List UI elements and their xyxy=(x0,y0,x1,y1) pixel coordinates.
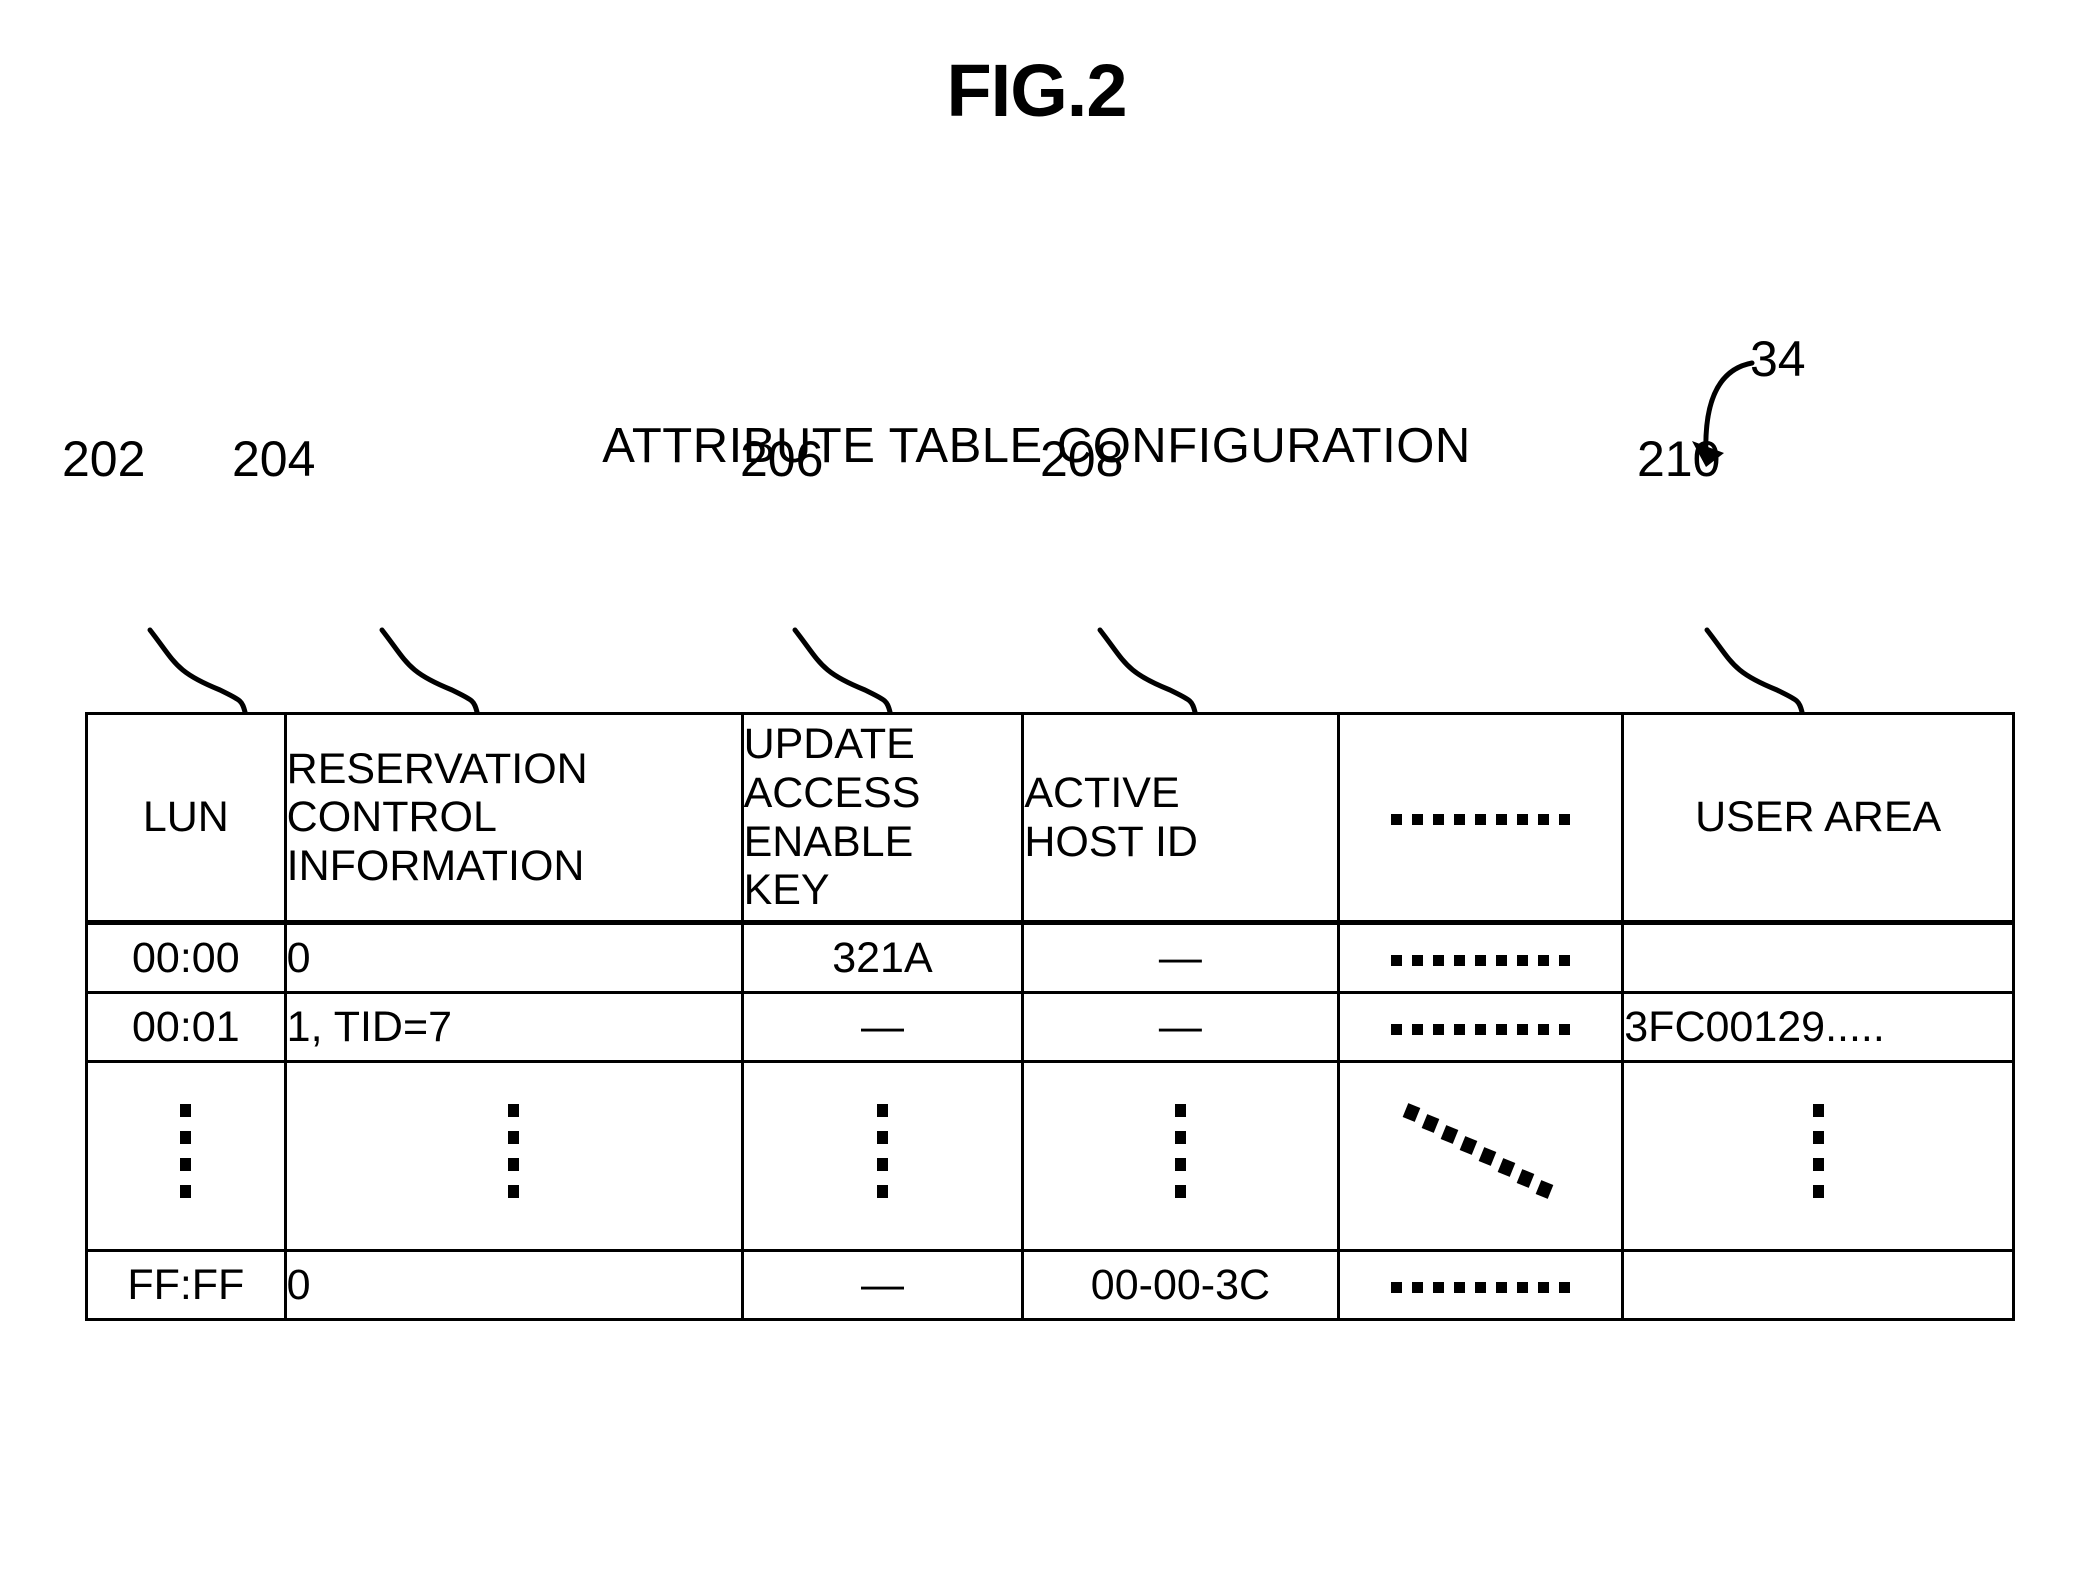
reference-label-206: 206 xyxy=(740,431,824,487)
cell-reservation-control-information: 1, TID=7 xyxy=(283,991,744,1063)
leader-line-208 xyxy=(1097,627,1198,715)
cell-diagonal-ellipsis xyxy=(1336,1060,1625,1252)
header-line: USER AREA xyxy=(1695,793,1942,842)
header-line: INFORMATION xyxy=(286,841,585,890)
leader-line-206 xyxy=(792,627,893,715)
table-row: FF:FF 0 — 00-00-3C xyxy=(85,1249,2015,1321)
cell-user-area: 3FC00129..... xyxy=(1621,991,2015,1063)
cell-active-host-id: — xyxy=(1021,991,1340,1063)
vertical-dots-icon xyxy=(1174,1103,1186,1198)
cell-ellipsis-column xyxy=(1336,921,1625,994)
header-cell-update-access-enable-key: UPDATE ACCESS ENABLE KEY xyxy=(740,712,1025,925)
header-cell-lun: LUN xyxy=(85,712,287,925)
cell-lun: FF:FF xyxy=(85,1249,287,1321)
cell-active-host-id-ellipsis xyxy=(1021,1060,1340,1252)
header-line: ENABLE xyxy=(743,817,914,866)
cell-lun-ellipsis xyxy=(85,1060,287,1252)
vertical-dots-icon xyxy=(876,1103,888,1198)
reference-label-202: 202 xyxy=(62,431,146,487)
cell-reservation-control-information: 0 xyxy=(283,921,744,994)
cell-active-host-id: 00-00-3C xyxy=(1021,1249,1340,1321)
reference-label-208: 208 xyxy=(1040,431,1124,487)
horizontal-dots-icon xyxy=(1390,1281,1570,1293)
cell-update-access-enable-key: — xyxy=(740,1249,1025,1321)
leader-line-210 xyxy=(1704,627,1805,715)
horizontal-dots-icon xyxy=(1390,1023,1570,1035)
header-line: CONTROL xyxy=(286,793,497,842)
cell-update-access-enable-key: — xyxy=(740,991,1025,1063)
leader-line-204 xyxy=(379,627,480,715)
table-header-row: LUN RESERVATION CONTROL INFORMATION UPDA… xyxy=(85,712,2015,925)
cell-lun: 00:01 xyxy=(85,991,287,1063)
header-line: HOST ID xyxy=(1024,817,1198,866)
header-line: UPDATE xyxy=(743,720,915,769)
header-line: KEY xyxy=(743,866,830,915)
reference-label-34: 34 xyxy=(1750,331,1806,387)
cell-user-area xyxy=(1621,1249,2015,1321)
cell-user-area xyxy=(1621,921,2015,994)
header-cell-ellipsis-column xyxy=(1336,712,1625,925)
header-cell-active-host-id: ACTIVE HOST ID xyxy=(1021,712,1340,925)
table-row: 00:01 1, TID=7 — — 3FC00129..... xyxy=(85,991,2015,1063)
diagonal-dots-icon xyxy=(1403,1102,1555,1199)
horizontal-dots-icon xyxy=(1390,814,1570,826)
header-cell-reservation-control-information: RESERVATION CONTROL INFORMATION xyxy=(283,712,744,925)
header-line: ACCESS xyxy=(743,768,921,817)
cell-ellipsis-column xyxy=(1336,991,1625,1063)
vertical-dots-icon xyxy=(180,1103,192,1198)
leader-line-202 xyxy=(147,627,248,715)
vertical-dots-icon xyxy=(1812,1103,1824,1198)
header-line: RESERVATION xyxy=(286,744,588,793)
figure-title: FIG.2 xyxy=(946,49,1127,132)
attribute-table: LUN RESERVATION CONTROL INFORMATION UPDA… xyxy=(85,712,2015,1321)
cell-update-access-enable-key-ellipsis xyxy=(740,1060,1025,1252)
cell-ellipsis-column xyxy=(1336,1249,1625,1321)
reference-label-210: 210 xyxy=(1637,431,1721,487)
vertical-dots-icon xyxy=(508,1103,520,1198)
header-line: LUN xyxy=(142,793,229,842)
cell-reservation-control-information: 0 xyxy=(283,1249,744,1321)
cell-reservation-control-information-ellipsis xyxy=(283,1060,744,1252)
header-cell-user-area: USER AREA xyxy=(1621,712,2015,925)
cell-active-host-id: — xyxy=(1021,921,1340,994)
cell-lun: 00:00 xyxy=(85,921,287,994)
cell-user-area-ellipsis xyxy=(1621,1060,2015,1252)
cell-update-access-enable-key: 321A xyxy=(740,921,1025,994)
reference-label-204: 204 xyxy=(232,431,316,487)
table-row-ellipsis xyxy=(85,1060,2015,1252)
horizontal-dots-icon xyxy=(1390,954,1570,966)
table-row: 00:00 0 321A — xyxy=(85,921,2015,994)
header-line: ACTIVE xyxy=(1024,768,1180,817)
